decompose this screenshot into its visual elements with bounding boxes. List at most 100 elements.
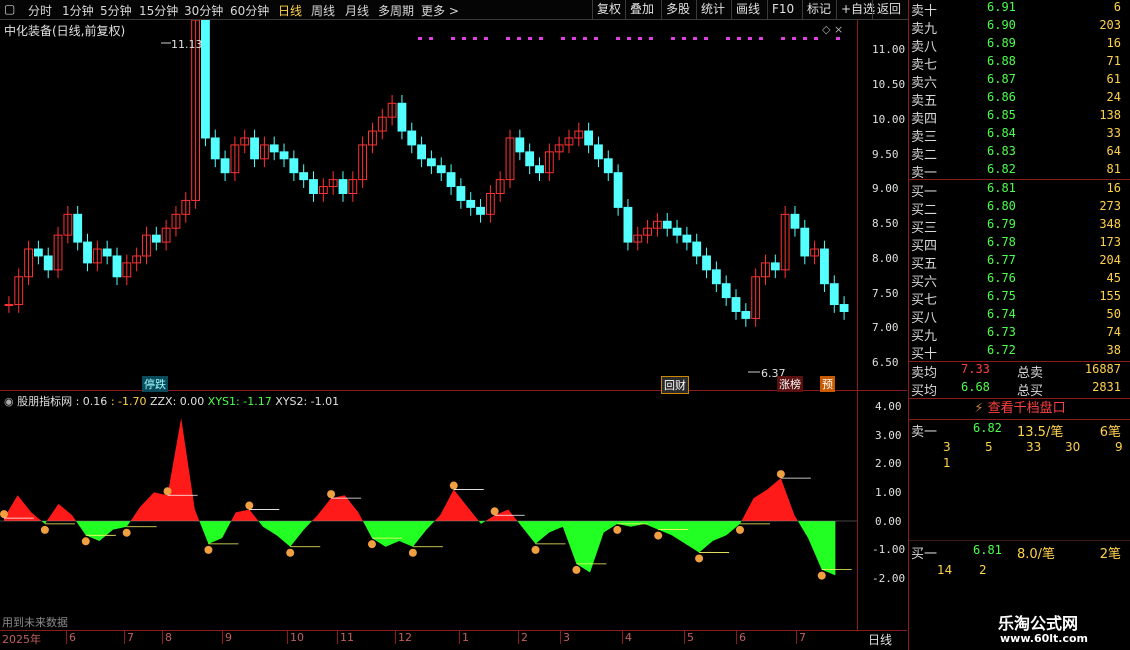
more-periods-button[interactable]: 更多 > xyxy=(421,2,459,19)
thousand-level-button[interactable]: ⚡ 查看千档盘口 xyxy=(909,399,1130,419)
ask-row[interactable]: 卖一 6.82 81 xyxy=(909,162,1130,181)
ask-volume: 64 xyxy=(1106,144,1121,158)
period-tab[interactable]: 月线 xyxy=(345,2,369,19)
indicator-signal-icon xyxy=(122,528,131,537)
bid-row[interactable]: 买四 6.78 173 xyxy=(909,235,1130,254)
signal-dot xyxy=(737,37,741,40)
bid-volume: 155 xyxy=(1099,289,1121,303)
candle-body xyxy=(711,269,721,285)
ask-row[interactable]: 卖十 6.91 6 xyxy=(909,0,1130,19)
signal-dot xyxy=(704,37,708,40)
signal-dot xyxy=(572,37,576,40)
month-tick: 12 xyxy=(395,631,412,644)
candle-body xyxy=(446,172,456,188)
sell1-price: 6.82 xyxy=(973,421,1002,435)
month-tick: 2 xyxy=(518,631,528,644)
tool-button[interactable]: 标记 xyxy=(802,0,835,19)
toolbar-icon[interactable]: ▢ xyxy=(4,2,15,16)
ask-row[interactable]: 卖八 6.89 16 xyxy=(909,36,1130,55)
period-tab[interactable]: 1分钟 xyxy=(62,2,94,19)
avg-sell-price: 7.33 xyxy=(961,362,990,376)
period-tab[interactable]: 30分钟 xyxy=(184,2,223,19)
event-marker[interactable]: 涨榜 xyxy=(777,376,803,392)
bid-row[interactable]: 买五 6.77 204 xyxy=(909,253,1130,272)
month-tick: 5 xyxy=(684,631,694,644)
ask-row[interactable]: 卖七 6.88 71 xyxy=(909,54,1130,73)
back-button[interactable]: 返回 xyxy=(872,0,905,19)
ask-volume: 6 xyxy=(1113,0,1121,14)
month-tick: 7 xyxy=(124,631,134,644)
ask-row[interactable]: 卖四 6.85 138 xyxy=(909,108,1130,127)
sell-queue-item: 33 xyxy=(1026,440,1042,454)
bid-row[interactable]: 买一 6.81 16 xyxy=(909,181,1130,200)
tool-button[interactable]: 画线 xyxy=(731,0,764,19)
tool-button[interactable]: 统计 xyxy=(696,0,729,19)
tool-button[interactable]: 多股 xyxy=(661,0,694,19)
signal-dot xyxy=(506,37,510,40)
signal-dot xyxy=(616,37,620,40)
tool-button[interactable]: 叠加 xyxy=(625,0,658,19)
buy-queue-item: 2 xyxy=(979,563,987,577)
candle-body xyxy=(112,255,122,278)
candle-body xyxy=(279,151,289,160)
period-tab[interactable]: 15分钟 xyxy=(139,2,178,19)
ask-row[interactable]: 卖六 6.87 61 xyxy=(909,72,1130,91)
candle-body xyxy=(839,304,849,312)
bid-row[interactable]: 买十 6.72 38 xyxy=(909,343,1130,362)
candle-body xyxy=(417,144,426,160)
bid-label: 买四 xyxy=(911,239,938,254)
sell-queue-item: 5 xyxy=(985,440,993,454)
signal-dot xyxy=(792,37,796,40)
period-tab[interactable]: 周线 xyxy=(311,2,335,19)
ask-row[interactable]: 卖五 6.86 24 xyxy=(909,90,1130,109)
ask-row[interactable]: 卖二 6.83 64 xyxy=(909,144,1130,163)
bid-row[interactable]: 买九 6.73 74 xyxy=(909,325,1130,344)
watermark-name: 乐淘公式网 xyxy=(998,614,1079,633)
candle-body xyxy=(790,213,800,229)
bid-label: 买九 xyxy=(911,329,938,344)
candle-body xyxy=(436,165,446,174)
buy1-detail-row: 买一 6.81 8.0/笔 2笔 xyxy=(909,543,1130,562)
watermark-url: www.60lt.com xyxy=(1000,632,1089,645)
price-tick: 11.00 xyxy=(872,43,906,56)
period-tab[interactable]: 5分钟 xyxy=(100,2,132,19)
month-tick: 10 xyxy=(287,631,304,644)
sell1-per: 13.5/笔 xyxy=(1017,425,1064,440)
price-chart[interactable] xyxy=(0,20,857,390)
indicator-signal-icon xyxy=(327,490,336,499)
period-tab-active[interactable]: 日线 xyxy=(278,2,302,19)
tool-button[interactable]: 复权 xyxy=(592,0,625,19)
bid-row[interactable]: 买七 6.75 155 xyxy=(909,289,1130,308)
bid-volume: 16 xyxy=(1106,181,1121,195)
indicator-signal-icon xyxy=(613,525,622,534)
ask-price: 6.86 xyxy=(987,90,1016,104)
bid-row[interactable]: 买六 6.76 45 xyxy=(909,271,1130,290)
ask-row[interactable]: 卖三 6.84 33 xyxy=(909,126,1130,145)
bid-price: 6.78 xyxy=(987,235,1016,249)
event-marker[interactable]: 停跌 xyxy=(142,376,168,392)
indicator-signal-icon xyxy=(204,545,213,554)
event-marker[interactable]: 预 xyxy=(820,376,835,392)
period-tab[interactable]: 60分钟 xyxy=(230,2,269,19)
indicator-signal-icon xyxy=(490,507,499,516)
future-data-note: 用到未来数据 xyxy=(2,616,68,629)
period-tab[interactable]: 分时 xyxy=(28,2,52,19)
total-buy: 2831 xyxy=(1092,380,1121,394)
tool-button[interactable]: F10 xyxy=(767,0,798,19)
ask-row[interactable]: 卖九 6.90 203 xyxy=(909,18,1130,37)
price-tick: 9.50 xyxy=(872,148,899,161)
total-sell-label: 总卖 xyxy=(1017,366,1044,381)
bid-row[interactable]: 买八 6.74 50 xyxy=(909,307,1130,326)
month-tick: 6 xyxy=(66,631,76,644)
month-tick: 1 xyxy=(459,631,469,644)
candle-body xyxy=(613,172,623,208)
month-tick: 4 xyxy=(622,631,632,644)
indicator-chart[interactable] xyxy=(0,391,857,630)
bid-row[interactable]: 买二 6.80 273 xyxy=(909,199,1130,218)
signal-dot xyxy=(418,37,422,40)
period-tab[interactable]: 多周期 xyxy=(378,2,414,19)
candle-body xyxy=(603,158,613,174)
bid-row[interactable]: 买三 6.79 348 xyxy=(909,217,1130,236)
buy1-per: 8.0/笔 xyxy=(1017,547,1056,562)
candle-body xyxy=(721,283,731,299)
